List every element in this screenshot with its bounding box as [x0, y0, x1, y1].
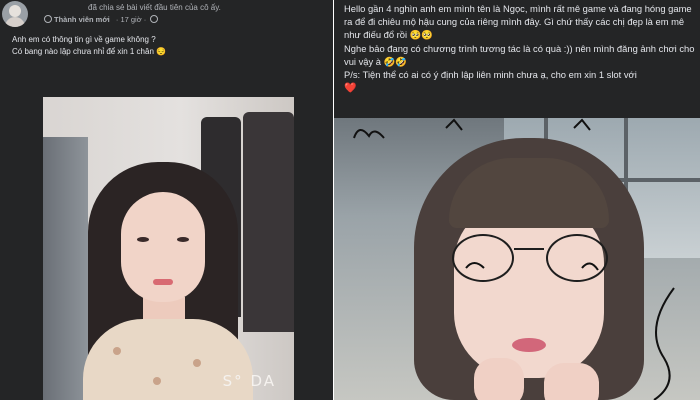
body-paragraph-3: P/s: Tiện thể có ai có ý định lập liên m… — [344, 69, 637, 81]
avatar-body — [5, 17, 25, 27]
avatar[interactable] — [2, 1, 28, 27]
photo-eye — [177, 237, 189, 242]
doodle-tail — [653, 287, 675, 400]
body-line-2: Có bang nào lập chưa nhỉ để xin 1 chân 😔 — [12, 47, 167, 56]
body-paragraph-1: Hello gần 4 nghìn anh em mình tên là Ngọ… — [344, 3, 692, 41]
photo-dress-pattern — [193, 359, 201, 367]
member-label: Thành viên mới — [54, 15, 110, 24]
shared-post-text: đã chia sẻ bài viết đầu tiên của cô ấy. — [88, 3, 221, 12]
photo-dress-pattern — [113, 347, 121, 355]
photo-eye — [137, 237, 149, 242]
body-line-1: Anh em có thông tin gì về game không ? — [12, 35, 156, 44]
right-post-body: Hello gần 4 nghìn anh em mình tên là Ngọ… — [344, 2, 696, 95]
doodle-cat-ear — [445, 118, 463, 131]
heart-icon: ❤️ — [344, 83, 357, 95]
body-paragraph-2: Nghe bảo đang có chương trình tương tác … — [344, 42, 695, 67]
left-post-photo[interactable]: S° DA — [43, 97, 294, 400]
post-time[interactable]: · 17 giờ · — [116, 15, 146, 24]
doodle-whisker — [465, 262, 485, 269]
photo-face — [121, 192, 205, 302]
photo-closet — [43, 137, 88, 400]
right-post-card: Hello gần 4 nghìn anh em mình tên là Ngọ… — [334, 0, 700, 400]
avatar-head — [9, 5, 21, 17]
photo-watermark: S° DA — [222, 372, 276, 390]
left-post-card: đã chia sẻ bài viết đầu tiên của cô ấy. … — [0, 0, 333, 400]
doodle-whisker — [581, 262, 599, 271]
photo-lips — [153, 279, 173, 285]
post-meta: Thành viên mới · 17 giờ · — [44, 15, 159, 24]
photo-doodles — [353, 118, 675, 400]
member-badge[interactable]: Thành viên mới — [44, 15, 110, 24]
doodle-cat-ear — [353, 129, 385, 139]
left-post-header: đã chia sẻ bài viết đầu tiên của cô ấy. … — [0, 0, 333, 30]
badge-icon — [44, 15, 52, 23]
photo-hanging-clothes — [243, 112, 294, 332]
left-post-body: Anh em có thông tin gì về game không ? C… — [12, 34, 312, 57]
doodle-cat-ear — [573, 118, 591, 131]
photo-dress-pattern — [153, 377, 161, 385]
globe-icon[interactable] — [150, 15, 159, 23]
right-post-photo[interactable] — [334, 118, 700, 400]
